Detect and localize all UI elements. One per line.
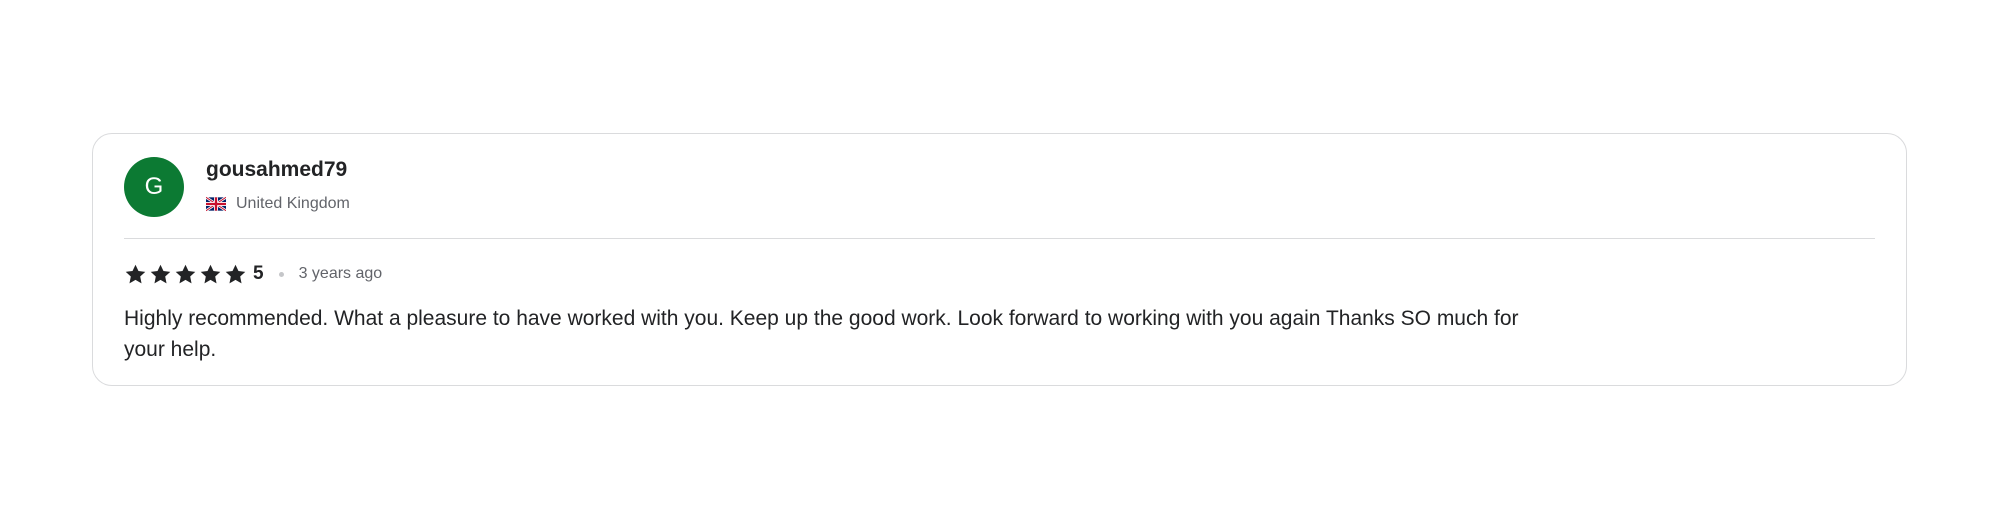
star-rating <box>124 263 247 286</box>
avatar[interactable]: G <box>124 157 184 217</box>
review-text: Highly recommended. What a pleasure to h… <box>124 307 1519 361</box>
rating-value: 5 <box>253 263 264 284</box>
avatar-letter: G <box>144 173 164 200</box>
star-icon <box>200 264 221 283</box>
star-icon <box>125 264 146 283</box>
star-icon <box>225 264 246 283</box>
star-icon <box>150 264 171 283</box>
country-name: United Kingdom <box>236 195 350 212</box>
review-card: G gousahmed79 United Kingdom 5 3 years a… <box>92 133 1907 386</box>
rating-row: 5 3 years ago <box>124 261 382 287</box>
review-time: 3 years ago <box>298 265 383 282</box>
reviewer-username[interactable]: gousahmed79 <box>206 158 347 182</box>
star-icon <box>175 264 196 283</box>
uk-flag-icon <box>205 196 227 212</box>
divider <box>124 238 1875 239</box>
separator-dot <box>278 271 284 277</box>
reviewer-country: United Kingdom <box>205 194 350 214</box>
